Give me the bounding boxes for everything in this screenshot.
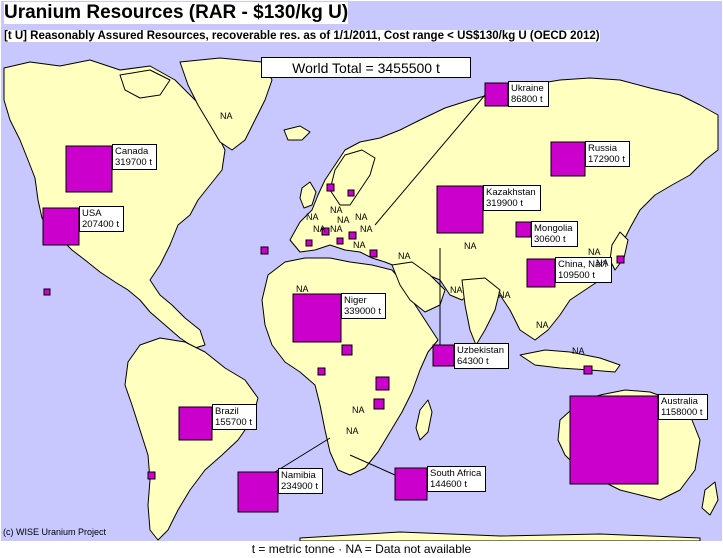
marker-usa xyxy=(42,207,80,246)
label-mongolia: Mongolia 30600 t xyxy=(531,221,578,247)
label-canada: Canada 319700 t xyxy=(112,144,157,170)
small-marker-sweden xyxy=(326,183,335,192)
label-niger-name: Niger xyxy=(344,295,367,306)
na-poland: NA xyxy=(355,212,368,222)
small-marker-car xyxy=(341,344,353,356)
label-namibia: Namibia 234900 t xyxy=(278,468,323,494)
na-iran: NA xyxy=(398,251,411,261)
label-brazil: Brazil 155700 t xyxy=(212,404,257,430)
marker-mongolia xyxy=(515,221,532,238)
label-ukraine-name: Ukraine xyxy=(511,83,544,94)
na-greenland: NA xyxy=(220,111,233,121)
uranium-resources-map: Uranium Resources (RAR - $130/kg U) [t U… xyxy=(0,0,723,558)
small-marker-japan xyxy=(616,255,625,264)
label-kazakhstan-name: Kazakhstan xyxy=(486,187,536,198)
label-usa-value: 207400 t xyxy=(82,219,119,230)
na-romania: NA xyxy=(360,224,373,234)
copyright-text: (c) WISE Uranium Project xyxy=(3,527,107,537)
na-pakistan: NA xyxy=(450,285,463,295)
label-niger-value: 339000 t xyxy=(344,306,381,317)
label-canada-name: Canada xyxy=(115,146,149,157)
label-kazakhstan: Kazakhstan 319900 t xyxy=(483,185,541,211)
label-ukraine: Ukraine 86800 t xyxy=(508,81,549,107)
small-marker-italy xyxy=(336,237,344,245)
label-kazakhstan-value: 319900 t xyxy=(486,198,523,209)
na-zambia: NA xyxy=(352,405,365,415)
map-title: Uranium Resources (RAR - $130/kg U) xyxy=(4,2,349,24)
marker-uzbekistan xyxy=(432,344,455,367)
marker-canada xyxy=(65,145,113,193)
label-namibia-value: 234900 t xyxy=(281,481,318,492)
label-brazil-name: Brazil xyxy=(215,406,239,417)
label-south-africa-name: South Africa xyxy=(430,468,482,479)
small-marker-balkans xyxy=(348,231,357,240)
legend-footer: t = metric tonne · NA = Data not availab… xyxy=(0,541,723,558)
na-algeria: NA xyxy=(296,284,309,294)
na-uzbekistan-region: NA xyxy=(464,241,477,251)
small-marker-finland xyxy=(347,189,355,197)
label-usa: USA 207400 t xyxy=(79,206,124,232)
label-south-africa: South Africa 144600 t xyxy=(427,466,487,492)
small-marker-atlantic xyxy=(260,246,269,255)
small-marker-mexico xyxy=(43,288,51,296)
label-niger: Niger 339000 t xyxy=(341,293,386,319)
small-marker-tanzania xyxy=(375,376,390,391)
label-namibia-name: Namibia xyxy=(281,470,316,481)
small-marker-indonesia xyxy=(583,365,593,375)
label-australia-value: 1158000 t xyxy=(661,407,703,418)
label-australia: Australia 1158000 t xyxy=(658,394,708,420)
small-marker-turkey xyxy=(369,249,378,258)
label-usa-name: USA xyxy=(82,208,102,219)
world-total-box: World Total = 3455500 t xyxy=(261,57,471,78)
label-canada-value: 319700 t xyxy=(115,157,152,168)
marker-australia xyxy=(569,395,659,485)
label-uzbekistan-value: 64300 t xyxy=(457,356,489,367)
map-subtitle: [t U] Reasonably Assured Resources, reco… xyxy=(4,30,600,42)
na-greece: NA xyxy=(353,240,366,250)
world-map xyxy=(1,1,722,542)
na-taiwan: NA xyxy=(596,258,609,268)
small-marker-argentina xyxy=(147,471,156,480)
label-ukraine-value: 86800 t xyxy=(511,94,543,105)
marker-brazil xyxy=(178,406,213,441)
label-uzbekistan-name: Uzbekistan xyxy=(457,345,504,356)
na-vietnam: NA xyxy=(536,320,549,330)
marker-south-africa xyxy=(394,467,428,501)
na-uk: NA xyxy=(306,212,319,222)
na-korea: NA xyxy=(588,247,601,257)
label-china-value: 109500 t xyxy=(558,270,595,281)
label-russia-value: 172900 t xyxy=(588,154,625,165)
label-russia: Russia 172900 t xyxy=(585,141,630,167)
marker-niger xyxy=(292,293,342,343)
marker-china xyxy=(526,258,556,288)
marker-russia xyxy=(550,141,586,177)
marker-kazakhstan xyxy=(436,185,484,234)
label-brazil-value: 155700 t xyxy=(215,417,252,428)
label-south-africa-value: 144600 t xyxy=(430,479,467,490)
marker-ukraine xyxy=(484,82,509,107)
small-marker-malawi xyxy=(373,398,385,410)
label-mongolia-value: 30600 t xyxy=(534,234,566,245)
na-philippines: NA xyxy=(572,346,585,356)
na-austria: NA xyxy=(330,224,343,234)
label-russia-name: Russia xyxy=(588,143,618,154)
na-zimbabwe: NA xyxy=(346,426,359,436)
small-marker-gabon xyxy=(317,367,326,376)
na-india: NA xyxy=(498,290,511,300)
label-mongolia-name: Mongolia xyxy=(534,223,573,234)
small-marker-portugal xyxy=(305,239,313,247)
marker-namibia xyxy=(237,471,279,513)
na-norway: NA xyxy=(330,205,343,215)
label-australia-name: Australia xyxy=(661,396,698,407)
label-uzbekistan: Uzbekistan 64300 t xyxy=(454,343,509,369)
na-france: NA xyxy=(313,224,326,234)
